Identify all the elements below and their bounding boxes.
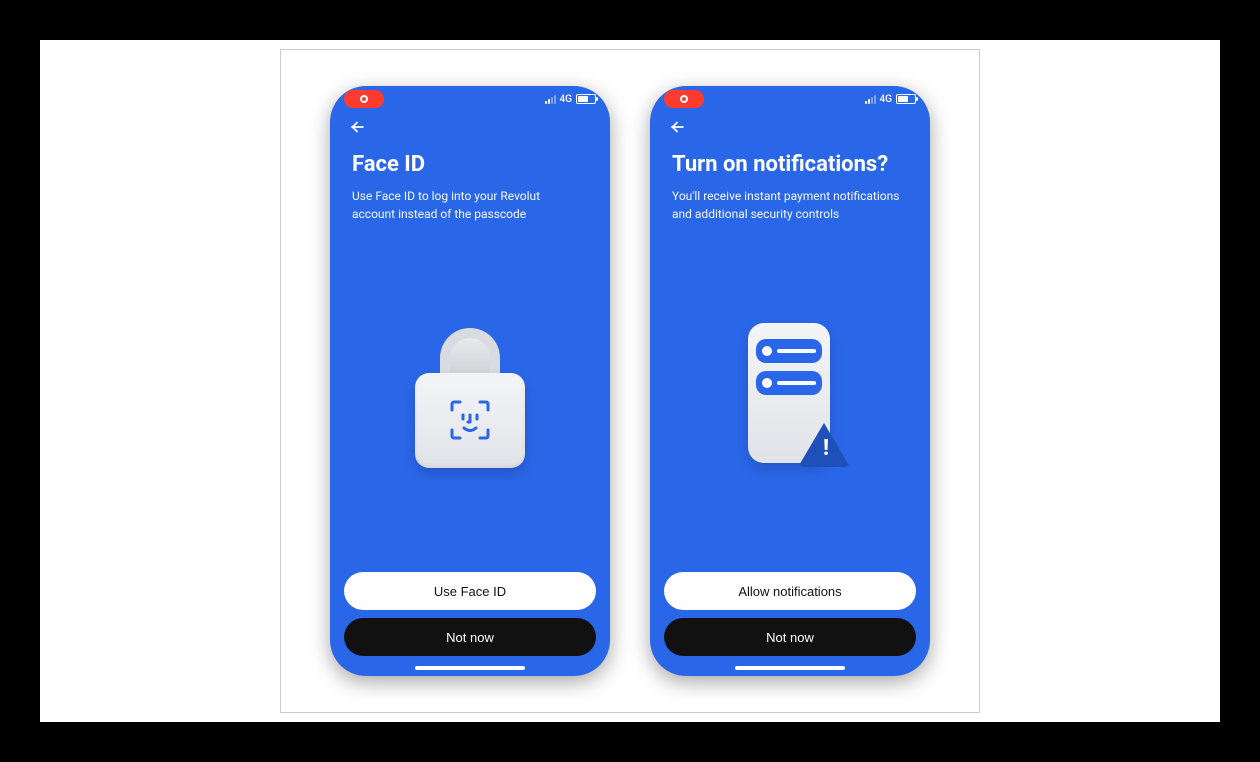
recording-indicator-icon <box>664 90 704 108</box>
allow-notifications-button[interactable]: Allow notifications <box>664 572 916 610</box>
page-subtitle: Use Face ID to log into your Revolut acc… <box>352 187 582 223</box>
alert-exclaim-icon: ! <box>823 436 829 461</box>
home-indicator-icon[interactable] <box>415 666 525 670</box>
recording-indicator-icon <box>344 90 384 108</box>
page-title: Face ID <box>352 152 588 177</box>
signal-icon <box>865 95 876 104</box>
status-right: 4G <box>865 94 917 105</box>
home-indicator-icon[interactable] <box>735 666 845 670</box>
phone-faceid: 4G Face ID Use Face ID to log into your … <box>330 86 610 676</box>
canvas: 4G Face ID Use Face ID to log into your … <box>40 40 1220 722</box>
page-title: Turn on notifications? <box>672 152 908 177</box>
not-now-button[interactable]: Not now <box>664 618 916 656</box>
phone-notifications: 4G Turn on notifications? You'll receive… <box>650 86 930 676</box>
notification-bubble-icon <box>756 339 822 363</box>
illustration-faceid <box>330 223 610 572</box>
faceid-glyph-icon <box>446 396 494 444</box>
back-arrow-icon[interactable] <box>668 118 686 136</box>
battery-icon <box>576 94 596 104</box>
status-bar: 4G <box>650 86 930 112</box>
battery-icon <box>896 94 916 104</box>
network-label: 4G <box>880 94 893 105</box>
lock-icon <box>415 328 525 468</box>
signal-icon <box>545 95 556 104</box>
page-subtitle: You'll receive instant payment notificat… <box>672 187 902 223</box>
screenshot-card: 4G Face ID Use Face ID to log into your … <box>280 49 980 713</box>
not-now-button[interactable]: Not now <box>344 618 596 656</box>
back-arrow-icon[interactable] <box>348 118 366 136</box>
use-faceid-button[interactable]: Use Face ID <box>344 572 596 610</box>
illustration-notifications: ! <box>650 223 930 572</box>
notification-phone-icon: ! <box>730 323 850 473</box>
network-label: 4G <box>560 94 573 105</box>
status-right: 4G <box>545 94 597 105</box>
status-bar: 4G <box>330 86 610 112</box>
notification-bubble-icon <box>756 371 822 395</box>
